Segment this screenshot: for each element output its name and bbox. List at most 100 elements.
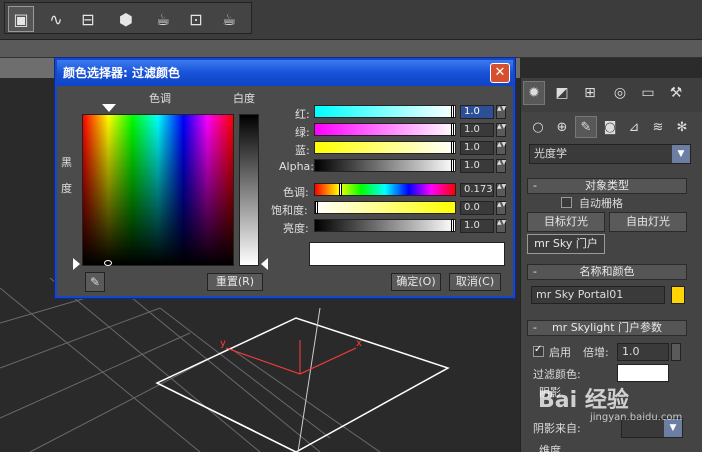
chevron-down-icon[interactable]: ▼ <box>672 145 690 163</box>
saturation-label: 饱和度: <box>271 204 308 217</box>
saturation-value-field[interactable]: 0.0 <box>460 201 494 215</box>
hue-marker-icon[interactable] <box>102 104 116 112</box>
mr-sky-portal-button[interactable]: mr Sky 门户 <box>527 234 605 254</box>
alpha-slider-handle[interactable] <box>451 159 454 172</box>
rollout-name-color-title: 名称和颜色 <box>579 265 635 278</box>
green-value-field[interactable]: 1.0 <box>460 123 494 137</box>
cancel-button[interactable]: 取消(C) <box>449 273 501 291</box>
rollout-object-type[interactable]: - 对象类型 <box>527 178 687 194</box>
schematic-view-icon[interactable]: ⊟ <box>75 6 101 32</box>
enable-label: 启用 <box>549 346 571 359</box>
axis-label-y: y <box>220 338 226 349</box>
geometry-icon[interactable]: ○ <box>527 116 549 138</box>
display-tab-icon[interactable]: ▭ <box>637 81 659 105</box>
color-cursor-icon <box>104 260 112 266</box>
red-value-field[interactable]: 1.0 <box>460 105 494 119</box>
systems-icon[interactable]: ✻ <box>671 116 693 138</box>
rendered-frame-icon[interactable]: ⊡ <box>183 6 209 32</box>
hue-value-label: 色调: <box>283 186 309 199</box>
hue-spinner[interactable]: ▲▼ <box>496 183 506 197</box>
red-slider[interactable] <box>314 105 456 118</box>
render-icon[interactable]: ☕ <box>216 6 242 32</box>
brightness-spinner[interactable]: ▲▼ <box>496 219 506 233</box>
alpha-value-field[interactable]: 1.0 <box>460 159 494 173</box>
green-slider-handle[interactable] <box>451 123 454 136</box>
green-slider[interactable] <box>314 123 456 136</box>
main-toolbar: ▣ ∿ ⊟ ⬢ ☕ ⊡ ☕ <box>0 0 702 40</box>
filter-color-swatch[interactable] <box>617 364 669 382</box>
enable-checkbox[interactable] <box>533 344 544 357</box>
ok-button[interactable]: 确定(O) <box>391 273 441 291</box>
blue-slider[interactable] <box>314 141 456 154</box>
modify-tab-icon[interactable]: ◩ <box>551 81 573 105</box>
whiteness-label: 白度 <box>233 92 255 105</box>
blue-spinner[interactable]: ▲▼ <box>496 141 506 155</box>
blackness-label: 黑 <box>61 156 72 169</box>
collapse-icon: - <box>533 265 537 278</box>
object-color-swatch[interactable] <box>671 286 685 304</box>
color-selector-dialog: 颜色选择器: 过滤颜色 ✕ 色调 白度 黑 度 ✎ 重置(R) 红: 1.0 ▲… <box>55 58 515 298</box>
blue-value-field[interactable]: 1.0 <box>460 141 494 155</box>
shadow-from-label: 阴影来自: <box>533 422 581 435</box>
blackness-marker-icon[interactable] <box>73 258 80 270</box>
eyedropper-icon[interactable]: ✎ <box>85 272 105 292</box>
material-editor-icon[interactable]: ⬢ <box>113 6 139 32</box>
object-name-field[interactable]: mr Sky Portal01 <box>531 286 665 304</box>
whiteness-bar[interactable] <box>239 114 259 266</box>
alpha-slider[interactable] <box>314 159 456 172</box>
light-category-value: 光度学 <box>534 147 567 160</box>
red-slider-handle[interactable] <box>451 105 454 118</box>
curve-editor-icon[interactable]: ∿ <box>43 6 69 32</box>
alpha-label: Alpha: <box>279 160 314 173</box>
saturation-slider[interactable] <box>314 201 456 214</box>
target-light-button[interactable]: 目标灯光 <box>527 212 605 232</box>
hue-saturation-field[interactable] <box>82 114 234 266</box>
utilities-tab-icon[interactable]: ⚒ <box>665 81 687 105</box>
hue-slider[interactable] <box>314 183 456 196</box>
green-label: 绿: <box>295 126 310 139</box>
red-spinner[interactable]: ▲▼ <box>496 105 506 119</box>
brightness-slider[interactable] <box>314 219 456 232</box>
toolbar-group-left: ▣ ∿ ⊟ ⬢ ☕ ⊡ ☕ <box>4 2 252 34</box>
scene-explorer-icon[interactable]: ▣ <box>8 6 34 32</box>
shapes-icon[interactable]: ⊕ <box>551 116 573 138</box>
blue-label: 蓝: <box>295 144 310 157</box>
command-panel-tabs: ✹ ◩ ⊞ ◎ ▭ ⚒ <box>521 78 702 112</box>
collapse-icon: - <box>533 179 537 192</box>
whiteness-marker-icon[interactable] <box>261 258 268 270</box>
ribbon-bar <box>0 40 702 58</box>
autogrid-checkbox[interactable] <box>561 197 572 208</box>
green-spinner[interactable]: ▲▼ <box>496 123 506 137</box>
dialog-title-bar[interactable]: 颜色选择器: 过滤颜色 <box>57 60 513 86</box>
alpha-spinner[interactable]: ▲▼ <box>496 159 506 173</box>
multiplier-field[interactable]: 1.0 <box>617 343 669 361</box>
saturation-slider-handle[interactable] <box>315 201 318 214</box>
render-setup-icon[interactable]: ☕ <box>150 6 176 32</box>
light-category-dropdown[interactable]: 光度学 ▼ <box>529 144 691 164</box>
rollout-params-title: mr Skylight 门户参数 <box>551 321 663 334</box>
motion-tab-icon[interactable]: ◎ <box>609 81 631 105</box>
blue-slider-handle[interactable] <box>451 141 454 154</box>
autogrid-label: 自动栅格 <box>579 197 623 210</box>
free-light-button[interactable]: 自由灯光 <box>609 212 687 232</box>
red-label: 红: <box>295 108 310 121</box>
hierarchy-tab-icon[interactable]: ⊞ <box>579 81 601 105</box>
cameras-icon[interactable]: ◙ <box>599 116 621 138</box>
hue-slider-handle[interactable] <box>339 183 342 196</box>
dimension-group-label: 维度 <box>539 444 561 452</box>
spacewarps-icon[interactable]: ≋ <box>647 116 669 138</box>
lights-icon[interactable]: ✎ <box>575 116 597 138</box>
saturation-spinner[interactable]: ▲▼ <box>496 201 506 215</box>
hue-value-field[interactable]: 0.173 <box>460 183 494 197</box>
reset-button[interactable]: 重置(R) <box>207 273 263 291</box>
brightness-value-field[interactable]: 1.0 <box>460 219 494 233</box>
multiplier-spinner[interactable] <box>671 343 681 361</box>
watermark: Bai 经验 <box>538 382 629 414</box>
rollout-mr-skylight-params[interactable]: - mr Skylight 门户参数 <box>527 320 687 336</box>
multiplier-label: 倍增: <box>583 346 609 359</box>
close-button[interactable]: ✕ <box>490 63 510 83</box>
brightness-slider-handle[interactable] <box>451 219 454 232</box>
create-tab-icon[interactable]: ✹ <box>523 81 545 105</box>
rollout-name-color[interactable]: - 名称和颜色 <box>527 264 687 280</box>
helpers-icon[interactable]: ⊿ <box>623 116 645 138</box>
